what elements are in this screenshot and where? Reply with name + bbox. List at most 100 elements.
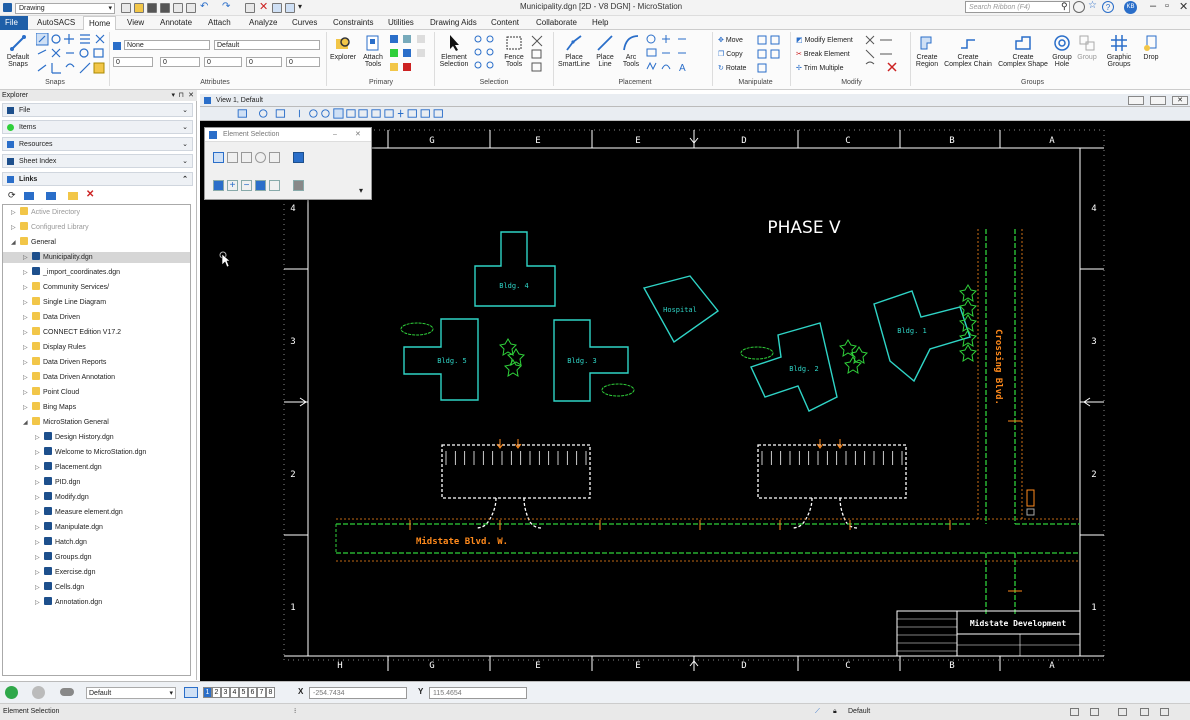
tree-item[interactable]: ◢ MicroStation General xyxy=(3,417,190,428)
search-icon[interactable]: ⚲ xyxy=(1061,1,1068,12)
collapsed-arrow-icon[interactable]: ▷ xyxy=(11,208,20,219)
x-coord-field[interactable]: -254.7434 xyxy=(309,687,407,699)
view-toggle-3[interactable]: 3 xyxy=(221,687,230,698)
view-toggle-1[interactable]: 1 xyxy=(203,687,212,698)
tab-file[interactable]: File xyxy=(0,16,28,30)
modify-small-tools[interactable] xyxy=(864,34,904,74)
collapsed-arrow-icon[interactable]: ▷ xyxy=(23,283,32,294)
tree-item[interactable]: ▷ Community Services/ xyxy=(3,282,190,293)
individual-method-button[interactable] xyxy=(213,152,224,163)
tree-item[interactable]: ▷ Welcome to MicroStation.dgn xyxy=(3,447,190,458)
snap-modes-grid[interactable] xyxy=(36,33,106,77)
view-toggle-7[interactable]: 7 xyxy=(257,687,266,698)
view-toggle-4[interactable]: 4 xyxy=(230,687,239,698)
print-icon[interactable] xyxy=(186,3,196,13)
copy-button[interactable]: ❐ Copy xyxy=(718,50,743,58)
selection-options-button[interactable] xyxy=(293,180,304,191)
style-dropdown[interactable]: 0 xyxy=(160,57,200,67)
circle-method-button[interactable] xyxy=(255,152,266,163)
collapsed-arrow-icon[interactable]: ▷ xyxy=(35,553,44,564)
selection-small-tools[interactable] xyxy=(473,34,497,74)
pin-icon[interactable]: ▾ xyxy=(171,90,175,101)
view-toggle-2[interactable]: 2 xyxy=(212,687,221,698)
tree-item[interactable]: ▷ Groups.dgn xyxy=(3,552,190,563)
status-icon-1[interactable] xyxy=(1070,708,1079,716)
subtract-mode-button[interactable]: − xyxy=(241,180,252,191)
tree-item[interactable]: ▷ Cells.dgn xyxy=(3,582,190,593)
element-selection-button[interactable]: Element Selection xyxy=(437,34,471,68)
delete-icon[interactable]: ✕ xyxy=(86,189,94,200)
view-restore-icon[interactable] xyxy=(1150,96,1166,105)
new-mode-button[interactable] xyxy=(213,180,224,191)
tree-item[interactable]: ▷ Data Driven Annotation xyxy=(3,372,190,383)
place-line-button[interactable]: Place Line xyxy=(594,34,616,68)
view-close-icon[interactable]: ✕ xyxy=(1172,96,1188,105)
lock-icon[interactable]: 🔒︎ xyxy=(833,704,837,720)
new-file-icon[interactable] xyxy=(121,3,131,13)
tab-analyze[interactable]: Analyze xyxy=(244,16,282,30)
line-method-button[interactable] xyxy=(269,152,280,163)
view-minimize-icon[interactable] xyxy=(1128,96,1144,105)
color-dropdown[interactable]: None xyxy=(124,40,210,50)
drawing-canvas[interactable]: G E E D C B A H G E E D C B A 4 4 3 3 2 2 1 1 PHASE V Bldg. 4 Bld… xyxy=(200,121,1190,681)
attach-tools-button[interactable]: Attach Tools xyxy=(360,34,386,68)
tree-item[interactable]: ▷ Measure element.dgn xyxy=(3,507,190,518)
tree-item[interactable]: ▷ Design History.dgn xyxy=(3,432,190,443)
minimize-icon[interactable]: – xyxy=(1150,0,1156,12)
tab-curves[interactable]: Curves xyxy=(287,16,322,30)
tab-annotate[interactable]: Annotate xyxy=(155,16,197,30)
tree-item[interactable]: ▷ Exercise.dgn xyxy=(3,567,190,578)
expanded-arrow-icon[interactable]: ◢ xyxy=(11,238,20,249)
add-mode-button[interactable]: + xyxy=(227,180,238,191)
create-region-button[interactable]: Create Region xyxy=(912,34,942,68)
section-items[interactable]: Items ⌄ xyxy=(2,120,193,134)
priority-field[interactable]: 0 xyxy=(286,57,320,67)
collapsed-arrow-icon[interactable]: ▷ xyxy=(23,373,32,384)
favorites-icon[interactable]: ☆ xyxy=(1088,0,1097,11)
create-complex-chain-button[interactable]: Create Complex Chain xyxy=(942,34,994,68)
tab-home[interactable]: Home xyxy=(83,16,117,30)
tree-item[interactable]: ◢ General xyxy=(3,237,190,248)
link-add-icon[interactable] xyxy=(46,192,56,200)
qat-overflow-icon[interactable]: ▾ xyxy=(298,2,302,11)
group-hole-button[interactable]: Group Hole xyxy=(1050,34,1074,68)
compress-icon[interactable] xyxy=(173,3,183,13)
collapsed-arrow-icon[interactable]: ▷ xyxy=(35,598,44,609)
dialog-minimize-icon[interactable]: – xyxy=(333,128,337,142)
user-avatar[interactable]: KB xyxy=(1124,1,1137,14)
collapsed-arrow-icon[interactable]: ▷ xyxy=(35,568,44,579)
save-icon[interactable] xyxy=(147,3,157,13)
drop-button[interactable]: Drop xyxy=(1139,34,1163,61)
tab-constraints[interactable]: Constraints xyxy=(328,16,378,30)
collapsed-arrow-icon[interactable]: ▷ xyxy=(23,328,32,339)
collapsed-arrow-icon[interactable]: ▷ xyxy=(35,508,44,519)
collapsed-arrow-icon[interactable]: ▷ xyxy=(35,448,44,459)
sign-in-icon[interactable] xyxy=(1073,1,1085,13)
tree-item[interactable]: ▷ Annotation.dgn xyxy=(3,597,190,608)
level-dropdown[interactable]: Default xyxy=(214,40,320,50)
section-sheet-index[interactable]: Sheet Index ⌄ xyxy=(2,154,193,168)
maximize-icon[interactable]: ▫ xyxy=(1165,0,1169,12)
collapsed-arrow-icon[interactable]: ▷ xyxy=(11,223,20,234)
tree-item[interactable]: ▷ Point Cloud xyxy=(3,387,190,398)
trim-multiple-button[interactable]: ✢ Trim Multiple xyxy=(796,64,844,72)
message-center-icon[interactable]: ⁝ xyxy=(294,704,296,720)
tree-item[interactable]: ▷ Data Driven Reports xyxy=(3,357,190,368)
open-file-icon[interactable] xyxy=(134,3,144,13)
graphic-groups-button[interactable]: Graphic Groups xyxy=(1101,34,1137,68)
close-file-icon[interactable]: ✕ xyxy=(259,0,268,13)
tree-item[interactable]: ▷ Active Directory xyxy=(3,207,190,218)
section-file[interactable]: File ⌄ xyxy=(2,103,193,117)
view-toggle-5[interactable]: 5 xyxy=(239,687,248,698)
line-weight-dropdown[interactable]: 0 xyxy=(204,57,242,67)
clear-selection-button[interactable] xyxy=(293,152,304,163)
tab-drawing-aids[interactable]: Drawing Aids xyxy=(425,16,482,30)
back-nav-icon[interactable] xyxy=(5,686,18,699)
view-toggle-6[interactable]: 6 xyxy=(248,687,257,698)
selection-extra-tools[interactable] xyxy=(530,34,544,74)
collapsed-arrow-icon[interactable]: ▷ xyxy=(35,493,44,504)
group-button[interactable]: Group xyxy=(1075,34,1099,61)
tab-view[interactable]: View xyxy=(122,16,149,30)
link-folder-icon[interactable] xyxy=(24,192,34,200)
collapsed-arrow-icon[interactable]: ▷ xyxy=(23,253,32,264)
